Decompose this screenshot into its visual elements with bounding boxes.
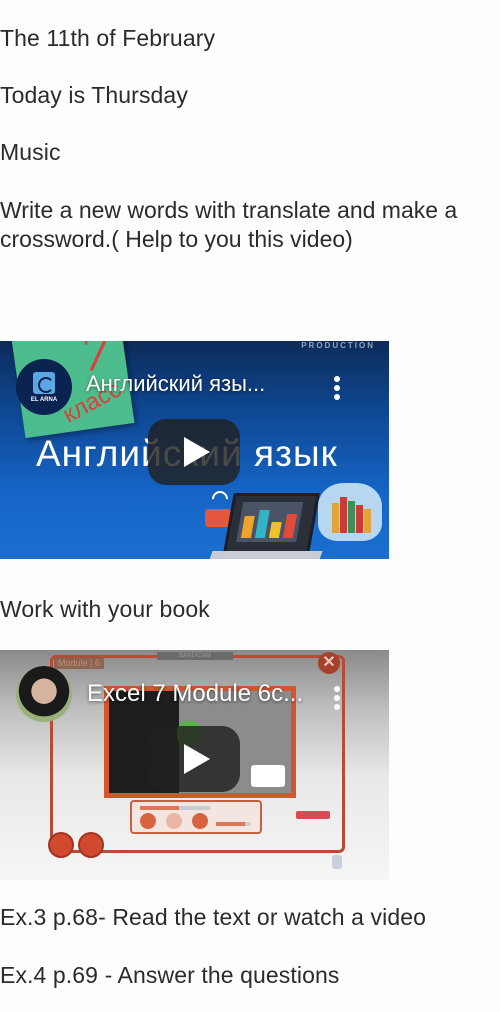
play-icon	[184, 744, 210, 774]
embedded-progress-slider	[140, 806, 210, 810]
subject-line: Music	[0, 139, 61, 165]
card-graphic	[205, 509, 231, 527]
task-instructions: Write a new words with translate and mak…	[0, 197, 458, 252]
stop-icon	[140, 813, 156, 829]
laptop-keyboard-graphic	[207, 551, 323, 559]
embedded-play-icon	[166, 813, 182, 829]
channel-avatar[interactable]: EL ARNA	[16, 359, 72, 415]
wifi-icon	[208, 487, 232, 511]
pause-icon	[192, 813, 208, 829]
home-icon	[48, 832, 74, 858]
video-title[interactable]: Английский язы...	[86, 371, 265, 397]
exercise-3-line: Ex.3 p.68- Read the text or watch a vide…	[0, 904, 427, 930]
youtube-video-excel-module[interactable]: Module | 6 BANDICAM ✕ Excel 7 Module 6c.…	[0, 650, 389, 880]
youtube-video-english-language[interactable]: 7 класс PRODUCTION EL ARNA Английский яз…	[0, 341, 389, 559]
play-button[interactable]	[148, 726, 240, 792]
play-icon	[184, 437, 210, 467]
more-vertical-icon[interactable]	[334, 686, 340, 710]
close-icon: ✕	[318, 652, 340, 674]
back-icon	[78, 832, 104, 858]
day-line: Today is Thursday	[0, 82, 188, 108]
embedded-player-controls	[130, 800, 262, 834]
channel-avatar[interactable]	[16, 666, 72, 722]
book-instruction: Work with your book	[0, 596, 210, 622]
side-arrow-icon	[332, 855, 342, 869]
cloud-books-graphic	[318, 483, 382, 541]
video-title[interactable]: Excel 7 Module 6c...	[87, 680, 303, 708]
publisher-logo	[251, 765, 285, 787]
play-button[interactable]	[148, 419, 240, 485]
channel-avatar-label: EL ARNA	[30, 396, 58, 403]
red-badge	[296, 811, 330, 819]
exercise-4-line: Ex.4 p.69 - Answer the questions	[0, 962, 340, 988]
more-vertical-icon[interactable]	[334, 376, 340, 400]
production-label: PRODUCTION	[301, 341, 375, 350]
module-label: Module | 6	[54, 657, 104, 669]
recorder-watermark: BANDICAM	[157, 652, 233, 660]
volume-slider	[216, 822, 250, 826]
channel-logo-icon	[33, 371, 55, 394]
date-line: The 11th of February	[0, 25, 216, 51]
laptop-graphic	[222, 493, 320, 559]
